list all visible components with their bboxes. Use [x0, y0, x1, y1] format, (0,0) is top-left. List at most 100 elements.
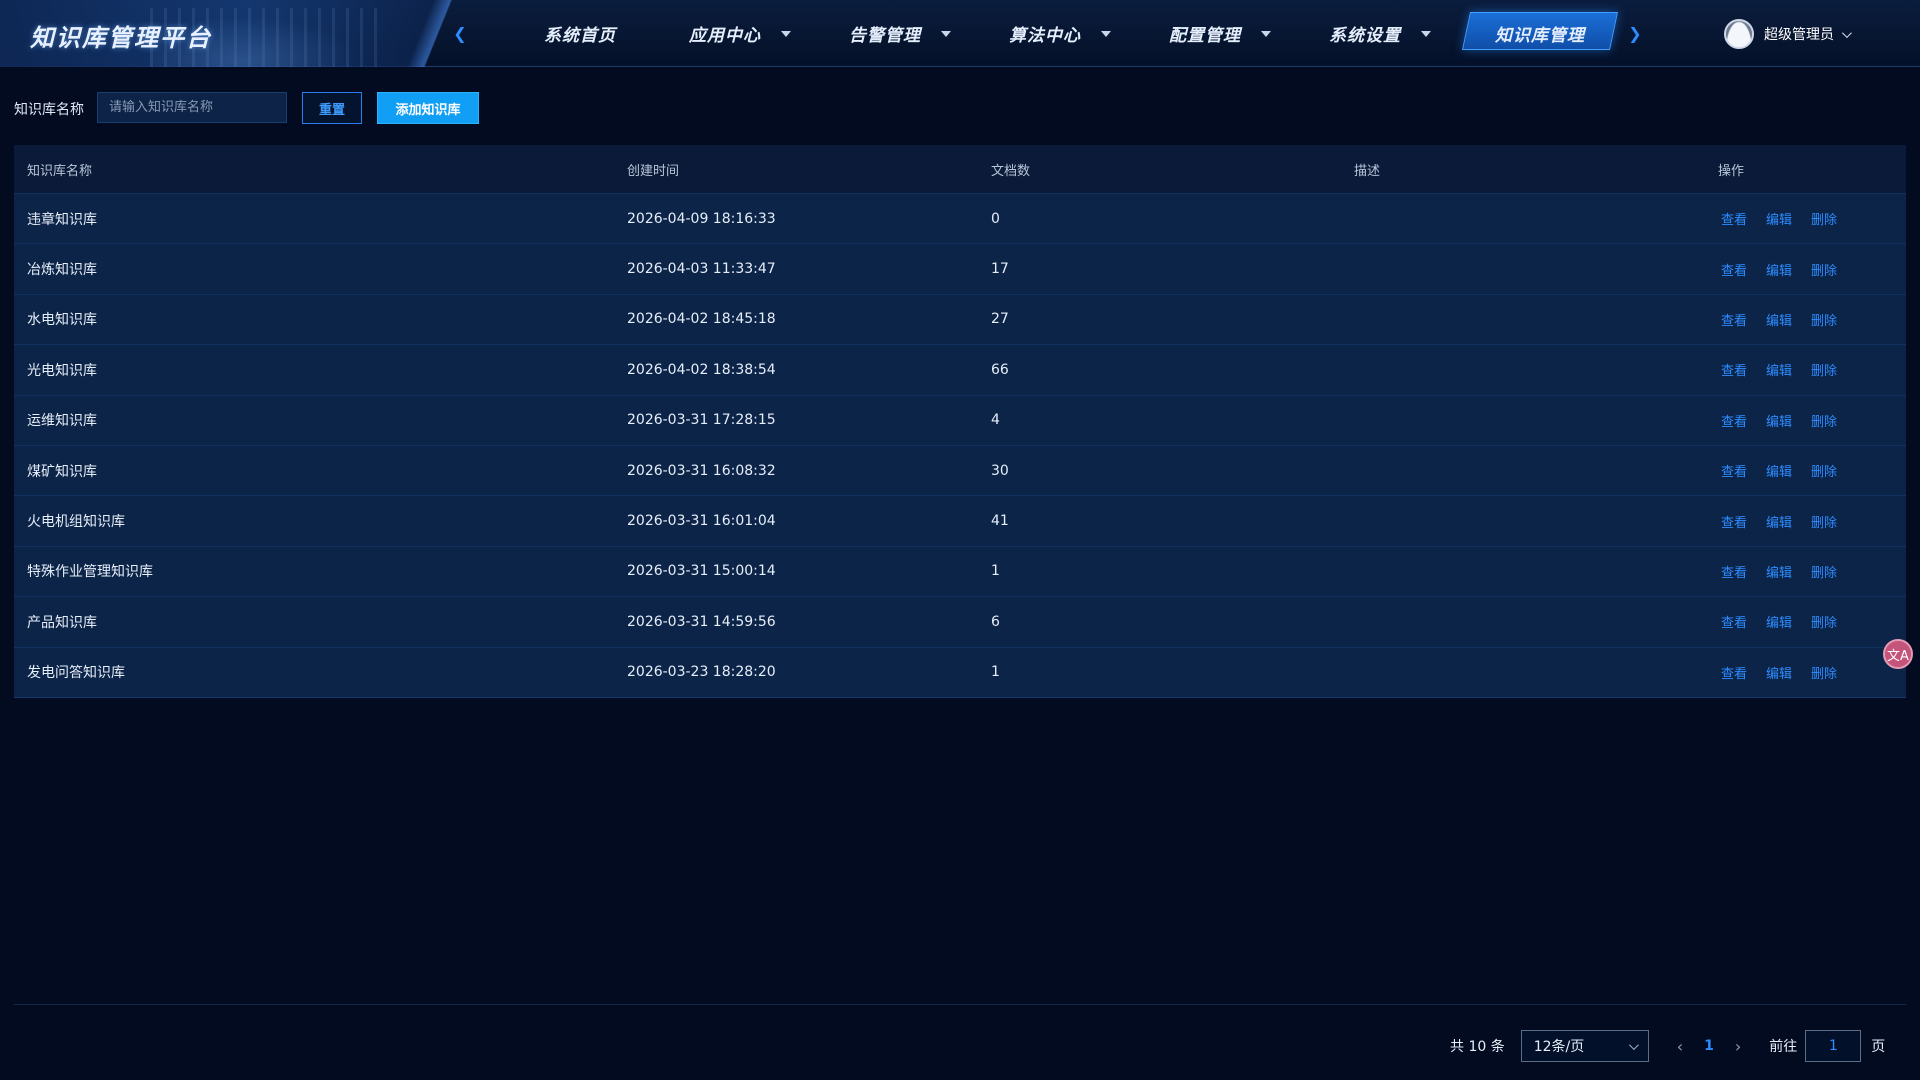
- view-link[interactable]: 查看: [1721, 663, 1747, 682]
- cell-actions: 查看 编辑 删除: [1705, 260, 1906, 279]
- delete-link[interactable]: 删除: [1811, 360, 1837, 379]
- table-row: 产品知识库 2026-03-31 14:59:56 6 查看 编辑 删除: [14, 596, 1906, 647]
- chevron-down-icon: [1841, 27, 1852, 38]
- search-label: 知识库名称: [14, 102, 84, 118]
- edit-link[interactable]: 编辑: [1766, 260, 1792, 279]
- edit-link[interactable]: 编辑: [1766, 461, 1792, 480]
- nav-item-label: 配置管理: [1169, 26, 1241, 46]
- cell-doc-count: 27: [991, 311, 1009, 328]
- cell-actions: 查看 编辑 删除: [1705, 612, 1906, 631]
- delete-link[interactable]: 删除: [1811, 663, 1837, 682]
- add-knowledge-base-button[interactable]: 添加知识库: [377, 92, 479, 124]
- goto-suffix: 页: [1871, 1039, 1886, 1055]
- search-input[interactable]: [97, 92, 287, 123]
- cell-created-time: 2026-04-03 11:33:47: [627, 261, 776, 278]
- edit-link[interactable]: 编辑: [1766, 209, 1792, 228]
- view-link[interactable]: 查看: [1721, 512, 1747, 531]
- view-link[interactable]: 查看: [1721, 310, 1747, 329]
- caret-down-icon: [941, 30, 951, 37]
- delete-link[interactable]: 删除: [1811, 461, 1837, 480]
- footer-divider: [14, 1004, 1906, 1005]
- main-nav: 系统首页 应用中心 告警管理 算法中心 配置管理 系统设置 知识库管理: [500, 0, 1620, 67]
- edit-link[interactable]: 编辑: [1766, 562, 1792, 581]
- column-header-actions: 操作: [1718, 163, 1745, 179]
- nav-item-7[interactable]: 知识库管理: [1460, 0, 1620, 67]
- app-title: 知识库管理平台: [30, 24, 212, 52]
- view-link[interactable]: 查看: [1721, 360, 1747, 379]
- page-number-current[interactable]: 1: [1693, 1038, 1725, 1054]
- table-row: 光电知识库 2026-04-02 18:38:54 66 查看 编辑 删除: [14, 344, 1906, 395]
- page-size-select[interactable]: 12条/页: [1520, 1030, 1649, 1062]
- delete-link[interactable]: 删除: [1811, 612, 1837, 631]
- cell-doc-count: 0: [991, 210, 1000, 227]
- delete-link[interactable]: 删除: [1811, 260, 1837, 279]
- view-link[interactable]: 查看: [1721, 562, 1747, 581]
- table-row: 发电问答知识库 2026-03-23 18:28:20 1 查看 编辑 删除: [14, 646, 1906, 697]
- cell-doc-count: 1: [991, 664, 1000, 681]
- cell-actions: 查看 编辑 删除: [1705, 209, 1906, 228]
- view-link[interactable]: 查看: [1721, 209, 1747, 228]
- nav-item-label: 算法中心: [1009, 26, 1081, 46]
- view-link[interactable]: 查看: [1721, 612, 1747, 631]
- translate-icon[interactable]: 文A: [1883, 639, 1913, 669]
- view-link[interactable]: 查看: [1721, 461, 1747, 480]
- nav-item-6[interactable]: 系统设置: [1300, 0, 1460, 67]
- table-row: 运维知识库 2026-03-31 17:28:15 4 查看 编辑 删除: [14, 394, 1906, 445]
- goto-page-input[interactable]: [1805, 1030, 1862, 1062]
- cell-doc-count: 30: [991, 462, 1009, 479]
- chevron-left-icon[interactable]: ❮: [450, 22, 470, 46]
- cell-doc-count: 41: [991, 513, 1009, 530]
- view-link[interactable]: 查看: [1721, 411, 1747, 430]
- table-row: 违章知识库 2026-04-09 18:16:33 0 查看 编辑 删除: [14, 193, 1906, 244]
- cell-name: 运维知识库: [27, 413, 97, 430]
- nav-item-2[interactable]: 应用中心: [660, 0, 820, 67]
- user-menu[interactable]: 超级管理员: [1724, 18, 1852, 50]
- delete-link[interactable]: 删除: [1811, 209, 1837, 228]
- nav-item-1[interactable]: 系统首页: [500, 0, 660, 67]
- edit-link[interactable]: 编辑: [1766, 360, 1792, 379]
- delete-link[interactable]: 删除: [1811, 310, 1837, 329]
- edit-link[interactable]: 编辑: [1766, 663, 1792, 682]
- delete-link[interactable]: 删除: [1811, 562, 1837, 581]
- knowledge-base-table: 知识库名称 创建时间 文档数 描述 操作 违章知识库 2026-04-09 18:…: [14, 145, 1906, 698]
- table-row: 煤矿知识库 2026-03-31 16:08:32 30 查看 编辑 删除: [14, 444, 1906, 496]
- cell-created-time: 2026-03-31 16:01:04: [627, 513, 776, 530]
- pagination: 共 10 条 12条/页 ‹ 1 › 前往 页: [1450, 1030, 1885, 1062]
- goto-label: 前往: [1769, 1039, 1798, 1055]
- cell-name: 发电问答知识库: [27, 665, 125, 682]
- cell-doc-count: 17: [991, 261, 1009, 278]
- avatar-icon: [1724, 19, 1754, 49]
- delete-link[interactable]: 删除: [1811, 512, 1837, 531]
- cell-actions: 查看 编辑 删除: [1705, 461, 1906, 480]
- page-size-value: 12条/页: [1533, 1039, 1585, 1055]
- table-row: 特殊作业管理知识库 2026-03-31 15:00:14 1 查看 编辑 删除: [14, 545, 1906, 597]
- nav-item-label: 系统首页: [544, 26, 616, 46]
- nav-item-5[interactable]: 配置管理: [1140, 0, 1300, 67]
- table-header: 知识库名称 创建时间 文档数 描述 操作: [14, 145, 1906, 193]
- nav-item-4[interactable]: 算法中心: [980, 0, 1140, 67]
- nav-item-label: 应用中心: [689, 26, 761, 46]
- delete-link[interactable]: 删除: [1811, 411, 1837, 430]
- cell-name: 产品知识库: [27, 614, 97, 631]
- cell-created-time: 2026-03-23 18:28:20: [627, 664, 776, 681]
- nav-item-3[interactable]: 告警管理: [820, 0, 980, 67]
- edit-link[interactable]: 编辑: [1766, 310, 1792, 329]
- cell-actions: 查看 编辑 删除: [1705, 360, 1906, 379]
- table-body: 违章知识库 2026-04-09 18:16:33 0 查看 编辑 删除 冶炼知识库 2026…: [14, 193, 1906, 697]
- edit-link[interactable]: 编辑: [1766, 411, 1792, 430]
- cell-name: 冶炼知识库: [27, 262, 97, 279]
- prev-page-icon[interactable]: ‹: [1667, 1037, 1693, 1056]
- cell-actions: 查看 编辑 删除: [1705, 562, 1906, 581]
- next-page-icon[interactable]: ›: [1725, 1037, 1751, 1056]
- reset-button[interactable]: 重置: [302, 92, 362, 124]
- chevron-right-icon[interactable]: ❯: [1625, 22, 1645, 46]
- top-header: 知识库管理平台 ❮ 系统首页 应用中心 告警管理 算法中心 配置管理 系统设置 知识库管理 …: [0, 0, 1920, 67]
- caret-down-icon: [1261, 30, 1271, 37]
- table-row: 冶炼知识库 2026-04-03 11:33:47 17 查看 编辑 删除: [14, 243, 1906, 294]
- view-link[interactable]: 查看: [1721, 260, 1747, 279]
- cell-name: 违章知识库: [27, 211, 97, 228]
- edit-link[interactable]: 编辑: [1766, 512, 1792, 531]
- edit-link[interactable]: 编辑: [1766, 612, 1792, 631]
- nav-item-label: 告警管理: [849, 26, 921, 46]
- total-count: 共 10 条: [1450, 1039, 1505, 1055]
